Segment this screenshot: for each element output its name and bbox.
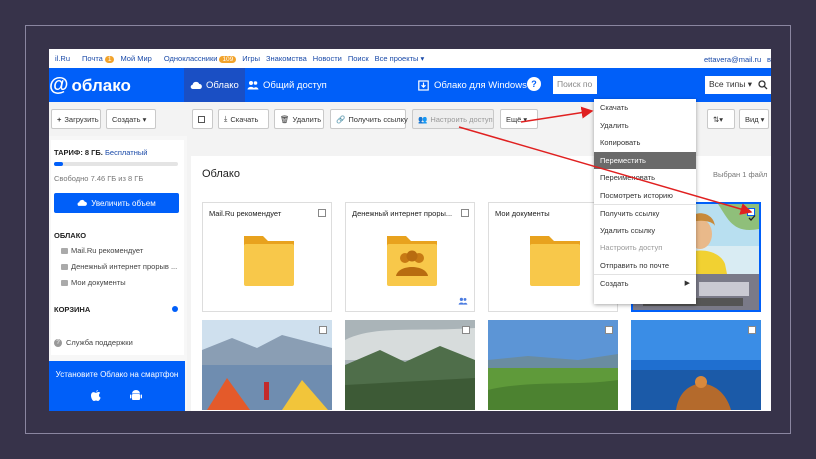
cloud-screenshot: il.Ru Почта 1 Мой Мир Одноклассники 109 Иг… <box>49 49 771 411</box>
annotation-arrows <box>458 106 753 215</box>
